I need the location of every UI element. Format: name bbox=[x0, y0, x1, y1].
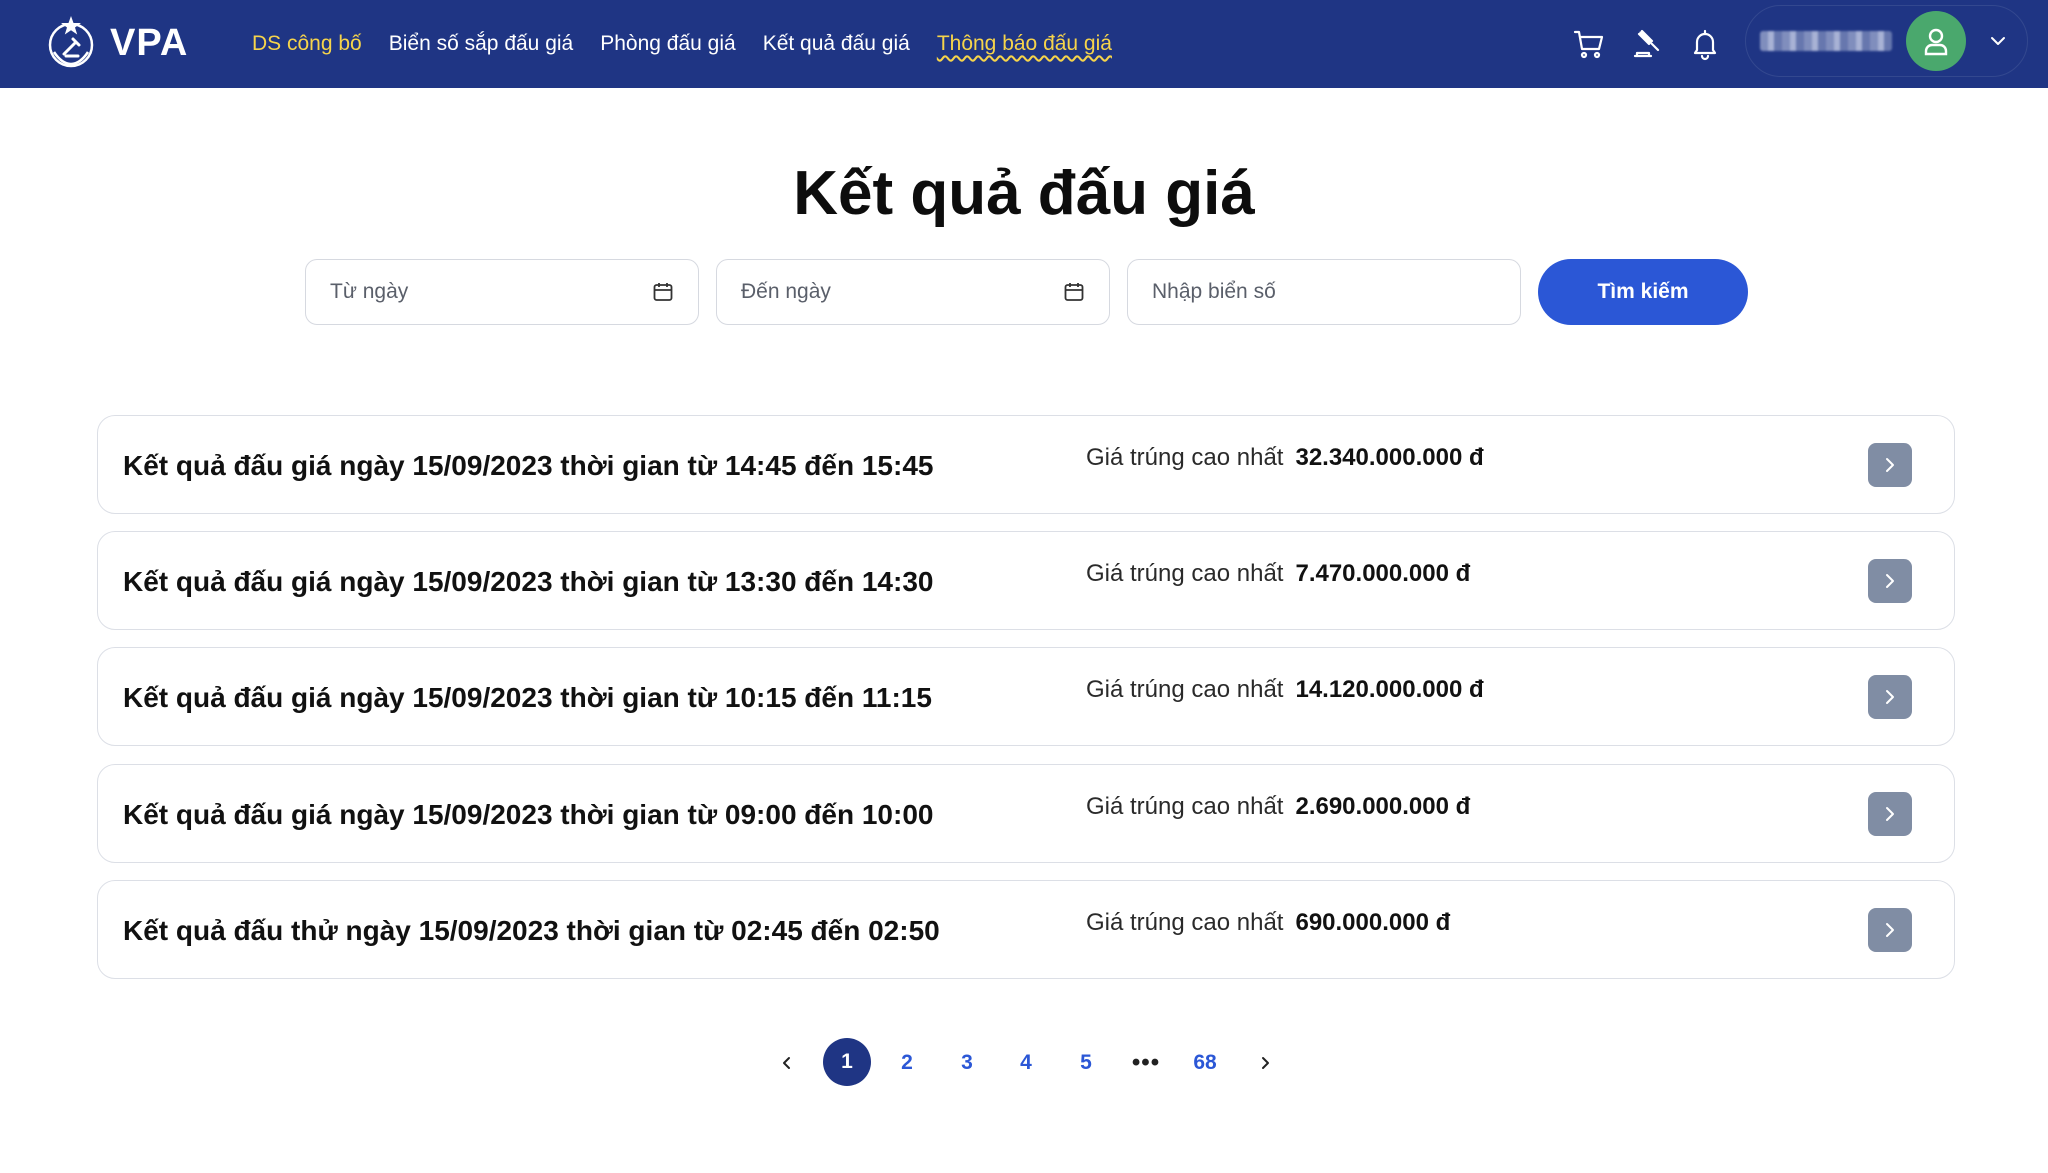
price-value: 2.690.000.000 đ bbox=[1295, 793, 1471, 820]
pagination-ellipsis[interactable]: ••• bbox=[1121, 1038, 1171, 1088]
gavel-icon[interactable] bbox=[1630, 27, 1664, 61]
result-row[interactable]: Kết quả đấu giá ngày 15/09/2023 thời gia… bbox=[97, 764, 1955, 863]
cart-icon[interactable] bbox=[1572, 27, 1606, 61]
chevron-right-icon[interactable] bbox=[1868, 443, 1912, 487]
user-icon[interactable] bbox=[1906, 11, 1966, 71]
chevron-right-icon[interactable] bbox=[1868, 559, 1912, 603]
result-price: Giá trúng cao nhất 2.690.000.000 đ bbox=[1086, 793, 1470, 821]
page-last-button[interactable]: 68 bbox=[1180, 1038, 1230, 1088]
result-price: Giá trúng cao nhất 14.120.000.000 đ bbox=[1086, 676, 1484, 704]
page-4-button[interactable]: 4 bbox=[1001, 1038, 1051, 1088]
to-date-input[interactable] bbox=[741, 280, 1063, 304]
result-price: Giá trúng cao nhất 690.000.000 đ bbox=[1086, 909, 1450, 937]
price-value: 32.340.000.000 đ bbox=[1295, 444, 1484, 471]
result-title[interactable]: Kết quả đấu giá ngày 15/09/2023 thời gia… bbox=[123, 532, 933, 631]
logo-text: VPA bbox=[110, 21, 189, 64]
from-date-field[interactable] bbox=[305, 259, 699, 325]
nav-ds-cong-bo[interactable]: DS công bố bbox=[252, 32, 362, 56]
bell-icon[interactable] bbox=[1688, 27, 1722, 61]
search-button[interactable]: Tìm kiếm bbox=[1538, 259, 1748, 325]
result-row[interactable]: Kết quả đấu giá ngày 15/09/2023 thời gia… bbox=[97, 531, 1955, 630]
result-title[interactable]: Kết quả đấu giá ngày 15/09/2023 thời gia… bbox=[123, 416, 933, 515]
page-1-button[interactable]: 1 bbox=[823, 1038, 871, 1086]
result-price: Giá trúng cao nhất 32.340.000.000 đ bbox=[1086, 444, 1484, 472]
price-value: 14.120.000.000 đ bbox=[1295, 676, 1484, 703]
to-date-field[interactable] bbox=[716, 259, 1110, 325]
nav-ket-qua-dau-gia[interactable]: Kết quả đấu giá bbox=[763, 32, 910, 56]
chevron-right-icon[interactable] bbox=[1868, 792, 1912, 836]
price-label: Giá trúng cao nhất bbox=[1086, 793, 1284, 820]
nav-thong-bao-dau-gia[interactable]: Thông báo đấu giá bbox=[937, 32, 1112, 56]
from-date-input[interactable] bbox=[330, 280, 652, 304]
chevron-down-icon[interactable] bbox=[1988, 31, 2008, 51]
emblem-icon bbox=[48, 16, 94, 68]
result-title[interactable]: Kết quả đấu giá ngày 15/09/2023 thời gia… bbox=[123, 765, 933, 864]
price-label: Giá trúng cao nhất bbox=[1086, 676, 1284, 703]
result-title[interactable]: Kết quả đấu giá ngày 15/09/2023 thời gia… bbox=[123, 648, 932, 747]
calendar-icon[interactable] bbox=[1063, 281, 1085, 303]
chevron-right-icon[interactable] bbox=[1868, 675, 1912, 719]
nav-bien-so-sap-dau-gia[interactable]: Biển số sắp đấu giá bbox=[389, 32, 573, 56]
chevron-left-icon bbox=[783, 1057, 790, 1069]
page-5-button[interactable]: 5 bbox=[1061, 1038, 1111, 1088]
page-title: Kết quả đấu giá bbox=[793, 159, 1255, 228]
chevron-right-icon[interactable] bbox=[1868, 908, 1912, 952]
main-nav: DS công bố Biển số sắp đấu giá Phòng đấu… bbox=[252, 0, 1139, 88]
user-name-blurred bbox=[1760, 31, 1892, 51]
page-3-button[interactable]: 3 bbox=[942, 1038, 992, 1088]
next-page-button[interactable] bbox=[1240, 1038, 1290, 1088]
top-header: VPA DS công bố Biển số sắp đấu giá Phòng… bbox=[0, 0, 2048, 88]
nav-phong-dau-gia[interactable]: Phòng đấu giá bbox=[600, 32, 735, 56]
result-row[interactable]: Kết quả đấu thử ngày 15/09/2023 thời gia… bbox=[97, 880, 1955, 979]
user-menu[interactable] bbox=[1745, 5, 2028, 77]
plate-number-input[interactable] bbox=[1152, 280, 1496, 304]
calendar-icon[interactable] bbox=[652, 281, 674, 303]
prev-page-button[interactable] bbox=[762, 1038, 812, 1088]
result-title[interactable]: Kết quả đấu thử ngày 15/09/2023 thời gia… bbox=[123, 881, 940, 980]
price-value: 7.470.000.000 đ bbox=[1295, 560, 1471, 587]
chevron-right-icon bbox=[1262, 1057, 1269, 1069]
result-row[interactable]: Kết quả đấu giá ngày 15/09/2023 thời gia… bbox=[97, 647, 1955, 746]
price-value: 690.000.000 đ bbox=[1295, 909, 1451, 936]
site-logo[interactable]: VPA bbox=[42, 10, 188, 76]
page-2-button[interactable]: 2 bbox=[882, 1038, 932, 1088]
price-label: Giá trúng cao nhất bbox=[1086, 444, 1284, 471]
plate-number-field[interactable] bbox=[1127, 259, 1521, 325]
header-actions bbox=[1572, 18, 1722, 70]
price-label: Giá trúng cao nhất bbox=[1086, 909, 1284, 936]
price-label: Giá trúng cao nhất bbox=[1086, 560, 1284, 587]
result-row[interactable]: Kết quả đấu giá ngày 15/09/2023 thời gia… bbox=[97, 415, 1955, 514]
pagination: 1 2 3 4 5 ••• 68 bbox=[0, 1038, 2048, 1088]
result-price: Giá trúng cao nhất 7.470.000.000 đ bbox=[1086, 560, 1470, 588]
